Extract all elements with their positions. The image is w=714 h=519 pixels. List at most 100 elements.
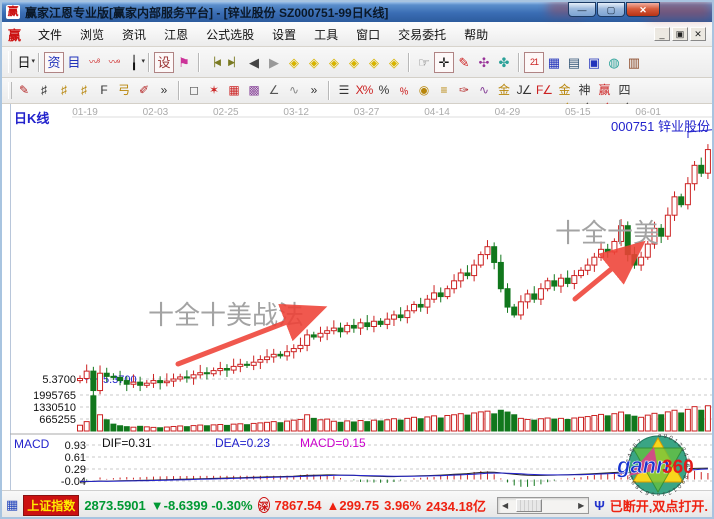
gold-grid-icon[interactable]: ♯ (54, 81, 74, 100)
calendar-status-icon[interactable]: ▦ (6, 497, 18, 513)
menu-item-browse[interactable]: 浏览 (71, 24, 113, 45)
more-tools-chevron[interactable]: » (154, 81, 174, 100)
ink-pen-icon[interactable]: ✑ (454, 81, 474, 100)
f-grid-icon[interactable]: F (94, 81, 114, 100)
svg-text:0.61: 0.61 (65, 452, 86, 464)
menu-item-tools[interactable]: 工具 (305, 24, 347, 45)
gann-fan-icon[interactable]: ✶ (204, 81, 224, 100)
crosshair-tool-icon[interactable]: ✛ (434, 52, 454, 73)
mdi-restore-button[interactable]: ▣ (672, 27, 688, 41)
grid-lines-icon[interactable]: ♯ (34, 81, 54, 100)
mdi-close-button[interactable]: ✕ (690, 27, 706, 41)
four-angle-icon[interactable]: 四∠ (614, 81, 634, 100)
minimize-button[interactable]: — (568, 2, 596, 17)
menu-item-gann[interactable]: 江恩 (155, 24, 197, 45)
notepad-icon[interactable]: ▤ (564, 52, 584, 73)
gold-angle-icon[interactable]: 金∠ (554, 81, 574, 100)
connection-antenna-icon[interactable]: Ψ (594, 498, 605, 513)
mail-send-icon[interactable]: ▥ (624, 52, 644, 73)
gann-square-icon[interactable]: ▦ (224, 81, 244, 100)
calculator-icon[interactable]: ▦ (544, 52, 564, 73)
menu-item-window[interactable]: 窗口 (347, 24, 389, 45)
save-icon[interactable]: ▣ (584, 52, 604, 73)
toolbar-row-1: 日▾资目〰³〰⁹╽▾设⚑▕◀▶▏◀▶◈◈◈◈◈◈☞✛✎✣✤21▦▤▣◍▥ (2, 47, 712, 78)
expand-diamond-icon[interactable]: ◈ (384, 52, 404, 73)
mdi-minimize-button[interactable]: _ (654, 27, 670, 41)
svg-text:DEA=0.23: DEA=0.23 (215, 436, 270, 450)
connection-status-text[interactable]: 已断开,双点打开. (610, 496, 708, 515)
calendar-icon[interactable]: 21 (524, 52, 544, 73)
percent-line-icon[interactable]: ﹪ (394, 81, 414, 100)
shenzhen-index-icon[interactable]: 深 (258, 497, 270, 513)
gann-grid-icon[interactable]: ▩ (244, 81, 264, 100)
period-day-selector[interactable]: 日▾ (14, 52, 34, 73)
wave-teal-tool-icon[interactable]: ✤ (494, 52, 514, 73)
svg-text:03-12: 03-12 (283, 107, 309, 118)
report-icon[interactable]: 目 (64, 52, 84, 73)
angle-pen-tool-icon[interactable]: ✎ (454, 52, 474, 73)
x-percent-icon[interactable]: X% (354, 81, 374, 100)
gold-circle-icon[interactable]: ◉ (414, 81, 434, 100)
zoom-in-diamond-icon[interactable]: ◈ (324, 52, 344, 73)
shanghai-index-badge[interactable]: 上证指数 (23, 495, 79, 516)
toolbar-separator (38, 53, 40, 72)
ah-wave-icon[interactable]: ∿ (474, 81, 494, 100)
svg-text:0.93: 0.93 (65, 440, 86, 452)
dropdown-arrow-icon: ▾ (141, 52, 145, 71)
scroll-left-arrow[interactable]: ◀ (498, 501, 512, 510)
gann-box-icon[interactable]: ◻ (184, 81, 204, 100)
scroll-right-arrow[interactable]: ▶ (574, 501, 588, 510)
ruler-pen-icon[interactable]: ✐ (134, 81, 154, 100)
gold-grid2-icon[interactable]: ♯ (74, 81, 94, 100)
candle-style-selector[interactable]: ╽▾ (124, 52, 144, 73)
win-angle-icon[interactable]: 赢∠ (594, 81, 614, 100)
menu-item-settings[interactable]: 设置 (263, 24, 305, 45)
shenzhen-index-change: ▲299.75 (327, 498, 380, 513)
menu-item-formula-stock-pick[interactable]: 公式选股 (197, 24, 263, 45)
hand-tool-icon[interactable]: ☞ (414, 52, 434, 73)
candlestick-chart[interactable]: 01-1902-0302-2503-1203-2704-1404-2905-15… (10, 104, 714, 490)
scroll-thumb[interactable] (516, 499, 542, 512)
network-share-icon[interactable]: ◍ (604, 52, 624, 73)
window-title: 赢家江恩专业版[赢家内部服务平台] - [锌业股份 SZ000751-99日K线… (25, 4, 388, 21)
percent-icon[interactable]: % (374, 81, 394, 100)
turnover-amount: 2434.18亿 (426, 496, 486, 515)
horizontal-scrollbar[interactable]: ◀ ▶ (497, 497, 589, 514)
svg-text:1995765: 1995765 (33, 390, 76, 402)
menu-item-file[interactable]: 文件 (29, 24, 71, 45)
angle-line-icon[interactable]: ∠ (264, 81, 284, 100)
menu-item-help[interactable]: 帮助 (455, 24, 497, 45)
info-f10-icon[interactable]: 资 (44, 52, 64, 73)
wave-line-icon[interactable]: ∿ (284, 81, 304, 100)
last-page-icon[interactable]: ▶▏ (224, 52, 244, 73)
first-page-icon[interactable]: ▕◀ (204, 52, 224, 73)
spiral-tool-icon[interactable]: 弓 (114, 81, 134, 100)
toolbar-separator (328, 81, 330, 100)
settings-boxed-icon[interactable]: 设 (154, 52, 174, 73)
brush-pen-icon[interactable]: ✎ (14, 81, 34, 100)
prev-symbol-icon[interactable]: ◀ (244, 52, 264, 73)
next-symbol-icon[interactable]: ▶ (264, 52, 284, 73)
gold-line-icon[interactable]: ≡ (434, 81, 454, 100)
f-angle-icon[interactable]: F∠ (534, 81, 554, 100)
svg-text:DIF=0.31: DIF=0.31 (102, 436, 152, 450)
scale-ruler-icon[interactable]: ☰ (334, 81, 354, 100)
gann-purple-tool-icon[interactable]: ✣ (474, 52, 494, 73)
shen-angle-icon[interactable]: 神∠ (574, 81, 594, 100)
svg-text:02-03: 02-03 (143, 107, 169, 118)
j-angle-icon[interactable]: J∠ (514, 81, 534, 100)
pan-right-diamond-icon[interactable]: ◈ (304, 52, 324, 73)
menu-item-trade[interactable]: 交易委托 (389, 24, 455, 45)
flag-indicator-icon[interactable]: ⚑ (174, 52, 194, 73)
close-button[interactable]: ✕ (626, 2, 660, 17)
gold-underline-icon[interactable]: 金 (494, 81, 514, 100)
menu-item-news[interactable]: 资讯 (113, 24, 155, 45)
chart-area[interactable]: 01-1902-0302-2503-1203-2704-1404-2905-15… (2, 104, 712, 490)
maximize-button[interactable]: ▢ (597, 2, 625, 17)
zoom-out-diamond-icon[interactable]: ◈ (344, 52, 364, 73)
minute9-line-icon[interactable]: 〰⁹ (104, 52, 124, 73)
compress-diamond-icon[interactable]: ◈ (364, 52, 384, 73)
minute3-line-icon[interactable]: 〰³ (84, 52, 104, 73)
more-draw-chevron[interactable]: » (304, 81, 324, 100)
pan-left-diamond-icon[interactable]: ◈ (284, 52, 304, 73)
